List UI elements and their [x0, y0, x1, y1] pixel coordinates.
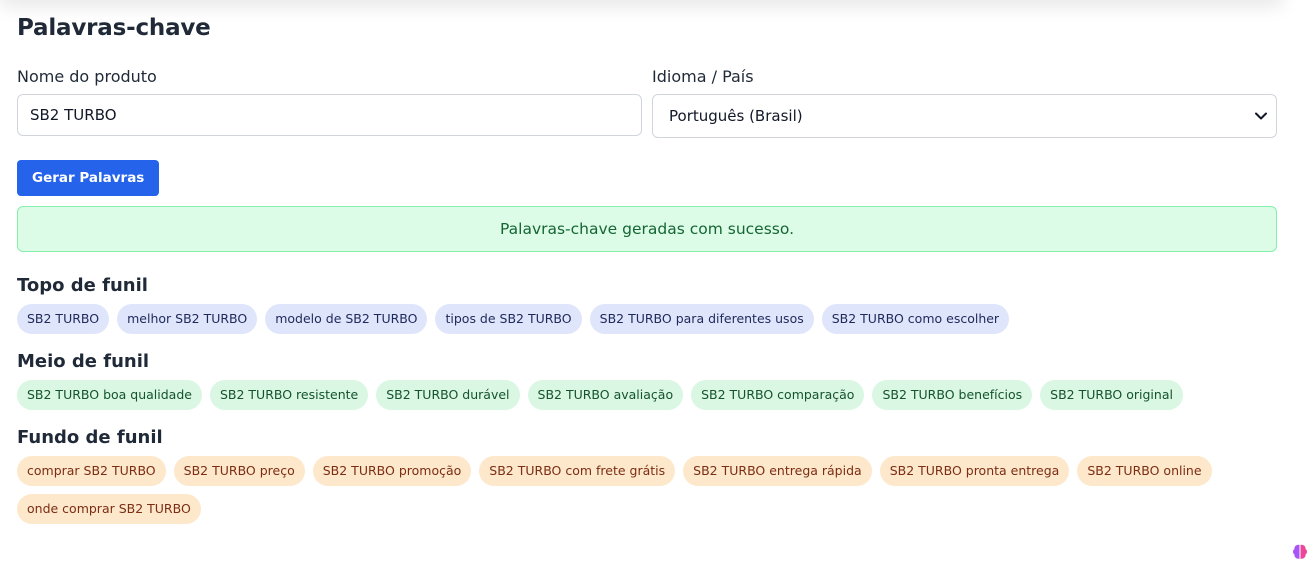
keyword-chip[interactable]: melhor SB2 TURBO: [117, 304, 258, 334]
section-title-bottom: Fundo de funil: [17, 427, 163, 448]
keyword-chip[interactable]: SB2 TURBO para diferentes usos: [589, 304, 814, 334]
keyword-chip[interactable]: comprar SB2 TURBO: [17, 456, 166, 486]
section-title-middle: Meio de funil: [17, 351, 150, 372]
page-title: Palavras-chave: [17, 15, 211, 41]
keyword-chip[interactable]: onde comprar SB2 TURBO: [17, 494, 201, 524]
keyword-chip[interactable]: SB2 TURBO: [17, 304, 110, 334]
product-label: Nome do produto: [17, 67, 157, 86]
language-field: Idioma / País Português (Brasil): [652, 67, 1277, 138]
brain-icon[interactable]: [1288, 540, 1312, 564]
keywords-page: Palavras-chave Nome do produto SB2 TURBO…: [0, 0, 1312, 564]
generate-keywords-button[interactable]: Gerar Palavras: [17, 160, 160, 196]
keyword-chip[interactable]: SB2 TURBO preço: [173, 456, 305, 486]
keyword-chip[interactable]: SB2 TURBO comparação: [691, 380, 865, 410]
product-name-value: SB2 TURBO: [30, 106, 117, 124]
success-message: Palavras-chave geradas com sucesso.: [499, 220, 794, 238]
keyword-chip[interactable]: SB2 TURBO benefícios: [872, 380, 1033, 410]
language-label: Idioma / País: [652, 67, 754, 86]
keyword-chip[interactable]: SB2 TURBO online: [1077, 456, 1212, 486]
section-bottom-funnel: Fundo de funil comprar SB2 TURBO SB2 TUR…: [17, 426, 1277, 524]
keyword-list-middle: SB2 TURBO boa qualidade SB2 TURBO resist…: [17, 380, 1277, 410]
section-middle-funnel: Meio de funil SB2 TURBO boa qualidade SB…: [17, 350, 1277, 410]
keyword-chip[interactable]: SB2 TURBO pronta entrega: [879, 456, 1070, 486]
keyword-chip[interactable]: SB2 TURBO entrega rápida: [683, 456, 872, 486]
keyword-chip[interactable]: SB2 TURBO durável: [376, 380, 520, 410]
keyword-chip[interactable]: SB2 TURBO como escolher: [821, 304, 1010, 334]
keyword-chip[interactable]: SB2 TURBO promoção: [312, 456, 472, 486]
keyword-list-bottom: comprar SB2 TURBO SB2 TURBO preço SB2 TU…: [17, 456, 1277, 524]
keyword-chip[interactable]: SB2 TURBO original: [1040, 380, 1183, 410]
keyword-chip[interactable]: SB2 TURBO com frete grátis: [479, 456, 676, 486]
keyword-chip[interactable]: SB2 TURBO boa qualidade: [17, 380, 202, 410]
section-top-funnel: Topo de funil SB2 TURBO melhor SB2 TURBO…: [17, 274, 1277, 334]
keyword-chip[interactable]: modelo de SB2 TURBO: [265, 304, 428, 334]
keyword-form: Nome do produto SB2 TURBO Idioma / País …: [17, 67, 1277, 138]
keyword-list-top: SB2 TURBO melhor SB2 TURBO modelo de SB2…: [17, 304, 1277, 334]
product-name-input[interactable]: SB2 TURBO: [17, 94, 642, 136]
language-selected-value: Português (Brasil): [669, 107, 803, 125]
section-title-top: Topo de funil: [17, 275, 148, 296]
success-alert: Palavras-chave geradas com sucesso.: [17, 206, 1277, 252]
chevron-down-icon: [1254, 109, 1268, 123]
keyword-chip[interactable]: SB2 TURBO avaliação: [527, 380, 684, 410]
language-select[interactable]: Português (Brasil): [652, 94, 1277, 138]
keyword-chip[interactable]: SB2 TURBO resistente: [209, 380, 369, 410]
product-field: Nome do produto SB2 TURBO: [17, 67, 642, 138]
keyword-chip[interactable]: tipos de SB2 TURBO: [435, 304, 582, 334]
